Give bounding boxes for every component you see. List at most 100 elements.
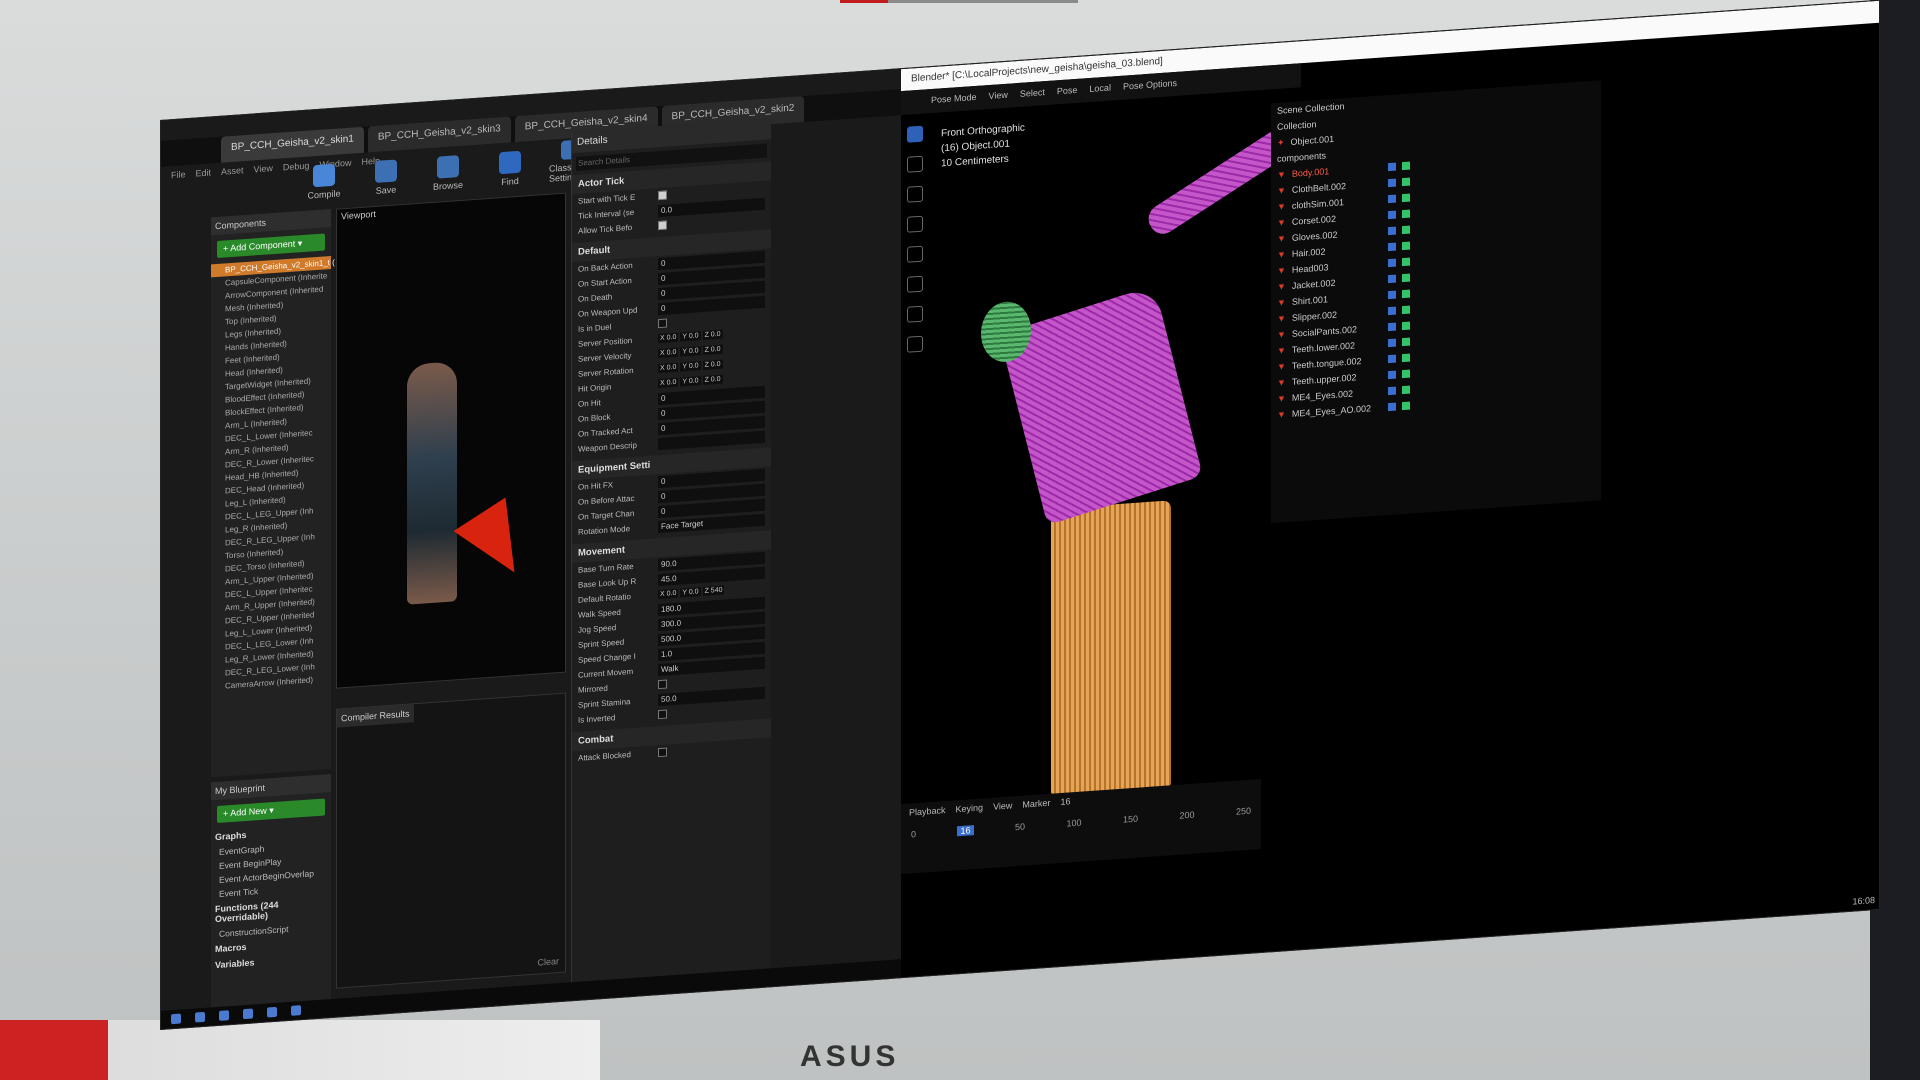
- compile-icon: [313, 163, 335, 188]
- components-panel: Components + Add Component ▾ BP_CCH_Geis…: [211, 209, 335, 778]
- mesh-icon: ▼: [1277, 409, 1286, 420]
- menu-edit[interactable]: Edit: [196, 167, 212, 178]
- property-label: Weapon Descrip: [578, 440, 637, 454]
- vertex-group-icon: [1401, 241, 1410, 251]
- select-tool-icon[interactable]: [907, 125, 923, 143]
- z-field[interactable]: Z 0.0: [702, 344, 723, 356]
- chrome-icon[interactable]: [267, 1006, 277, 1018]
- outliner-mesh-list: ▼ ClothBelt.002 ▼ clothSim.001 ▼ Corset.002 ▼ G…: [1271, 160, 1601, 423]
- attack-blocked-checkbox[interactable]: [658, 747, 667, 758]
- vector-fields[interactable]: X 0.0 Y 0.0 Z 0.0: [658, 374, 723, 389]
- explorer-icon[interactable]: [243, 1008, 253, 1020]
- menu-view[interactable]: View: [254, 163, 273, 174]
- compile-button[interactable]: Compile: [301, 156, 347, 201]
- hit-rows: On Hit 0 On Block 0 On Tracked Act 0 Weapon De…: [572, 383, 771, 457]
- tick-250: 250: [1235, 805, 1251, 817]
- character-rig-3d-view[interactable]: [961, 113, 1315, 799]
- save-button[interactable]: Save: [363, 152, 409, 197]
- unreal-icon[interactable]: [291, 1005, 301, 1016]
- vector-fields[interactable]: X 0.0 Y 0.0 Z 0.0: [658, 359, 723, 374]
- rot-y-field[interactable]: Y 0.0: [680, 587, 701, 598]
- menu-view-blender[interactable]: View: [989, 90, 1008, 103]
- rot-x-field[interactable]: X 0.0: [658, 588, 679, 600]
- cursor-tool-icon[interactable]: [907, 155, 923, 173]
- is-inverted-checkbox[interactable]: [658, 709, 667, 720]
- clear-button[interactable]: Clear: [537, 956, 559, 968]
- x-field[interactable]: X 0.0: [658, 377, 679, 389]
- mode-dropdown[interactable]: Pose Mode: [931, 92, 977, 107]
- y-field[interactable]: Y 0.0: [680, 361, 701, 372]
- save-icon: [375, 159, 397, 183]
- find-button[interactable]: Find: [487, 143, 533, 188]
- is-in-duel-checkbox[interactable]: [658, 318, 667, 329]
- z-field[interactable]: Z 0.0: [702, 374, 723, 386]
- add-new-button[interactable]: + Add New ▾: [217, 798, 325, 824]
- monitor-logo: ASUS: [800, 1040, 900, 1073]
- start-with-tick-checkbox[interactable]: [658, 190, 667, 201]
- compile-label: Compile: [307, 188, 341, 201]
- tick-100: 100: [1066, 817, 1082, 829]
- search-icon[interactable]: [195, 1011, 205, 1023]
- compiler-results-tab[interactable]: Compiler Results: [337, 704, 414, 728]
- menu-asset[interactable]: Asset: [221, 165, 244, 177]
- modifier-icon: [1387, 258, 1396, 268]
- mesh-icon: ▼: [1277, 281, 1286, 292]
- default-rotation-fields[interactable]: X 0.0 Y 0.0 Z 540: [658, 585, 725, 600]
- x-field[interactable]: X 0.0: [658, 347, 679, 359]
- modifier-icon: [1387, 306, 1396, 316]
- mesh-icon: ▼: [1277, 377, 1286, 388]
- pose-options[interactable]: Pose Options: [1123, 78, 1177, 94]
- y-field[interactable]: Y 0.0: [680, 376, 701, 387]
- blender-window: Blender* [C:\LocalProjects\new_geisha\ge…: [901, 0, 1880, 980]
- armature-icon: ✦: [1277, 136, 1285, 148]
- frame-end-field[interactable]: 16: [1060, 796, 1070, 807]
- character-legs-mesh: [1051, 500, 1171, 799]
- add-component-button[interactable]: + Add Component ▾: [217, 233, 325, 259]
- toolbar: [901, 119, 931, 521]
- menu-pose[interactable]: Pose: [1057, 85, 1078, 98]
- my-blueprint-panel: My Blueprint + Add New ▾ Graphs EventGra…: [211, 774, 331, 1013]
- vertex-group-icon: [1401, 273, 1410, 283]
- z-field[interactable]: Z 0.0: [702, 329, 723, 341]
- attack-blocked-label: Attack Blocked: [578, 750, 631, 763]
- marker-menu[interactable]: Marker: [1022, 798, 1050, 810]
- keying-menu[interactable]: Keying: [956, 802, 984, 814]
- task-view-icon[interactable]: [219, 1010, 229, 1021]
- is-inverted-label: Is Inverted: [578, 713, 616, 725]
- windows-start-icon[interactable]: [171, 1013, 181, 1025]
- menu-select[interactable]: Select: [1020, 87, 1045, 101]
- scale-tool-icon[interactable]: [907, 245, 923, 263]
- vector-fields[interactable]: X 0.0 Y 0.0 Z 0.0: [658, 329, 723, 344]
- details-panel: Details Search Details Actor Tick Start …: [571, 118, 771, 993]
- mirrored-checkbox[interactable]: [658, 679, 667, 690]
- vertex-group-icon: [1401, 401, 1410, 411]
- vertex-group-icon: [1401, 353, 1410, 363]
- modifier-icon: [1387, 210, 1396, 220]
- mesh-icon: ▼: [1277, 329, 1286, 340]
- rot-z-field[interactable]: Z 540: [702, 585, 725, 597]
- browse-icon: [437, 155, 459, 179]
- rotate-tool-icon[interactable]: [907, 215, 923, 233]
- transform-tool-icon[interactable]: [907, 275, 923, 293]
- viewport-panel[interactable]: Viewport: [336, 192, 566, 689]
- x-field[interactable]: X 0.0: [658, 332, 679, 344]
- current-frame-marker[interactable]: 16: [957, 825, 974, 837]
- vertex-group-icon: [1401, 305, 1410, 315]
- timeline-view-menu[interactable]: View: [993, 800, 1012, 811]
- x-field[interactable]: X 0.0: [658, 362, 679, 374]
- playback-menu[interactable]: Playback: [909, 805, 946, 818]
- menu-file[interactable]: File: [171, 169, 186, 180]
- y-field[interactable]: Y 0.0: [680, 346, 701, 357]
- viewport-tab[interactable]: Viewport: [341, 209, 376, 221]
- mesh-icon: ▼: [1277, 297, 1286, 308]
- z-field[interactable]: Z 0.0: [702, 359, 723, 371]
- measure-tool-icon[interactable]: [907, 335, 923, 353]
- annotate-tool-icon[interactable]: [907, 305, 923, 323]
- move-tool-icon[interactable]: [907, 185, 923, 203]
- browse-button[interactable]: Browse: [425, 147, 471, 192]
- transform-orientation[interactable]: Local: [1089, 83, 1111, 97]
- allow-tick-checkbox[interactable]: [658, 220, 667, 231]
- y-field[interactable]: Y 0.0: [680, 331, 701, 342]
- character-preview: [407, 361, 457, 605]
- vector-fields[interactable]: X 0.0 Y 0.0 Z 0.0: [658, 344, 723, 359]
